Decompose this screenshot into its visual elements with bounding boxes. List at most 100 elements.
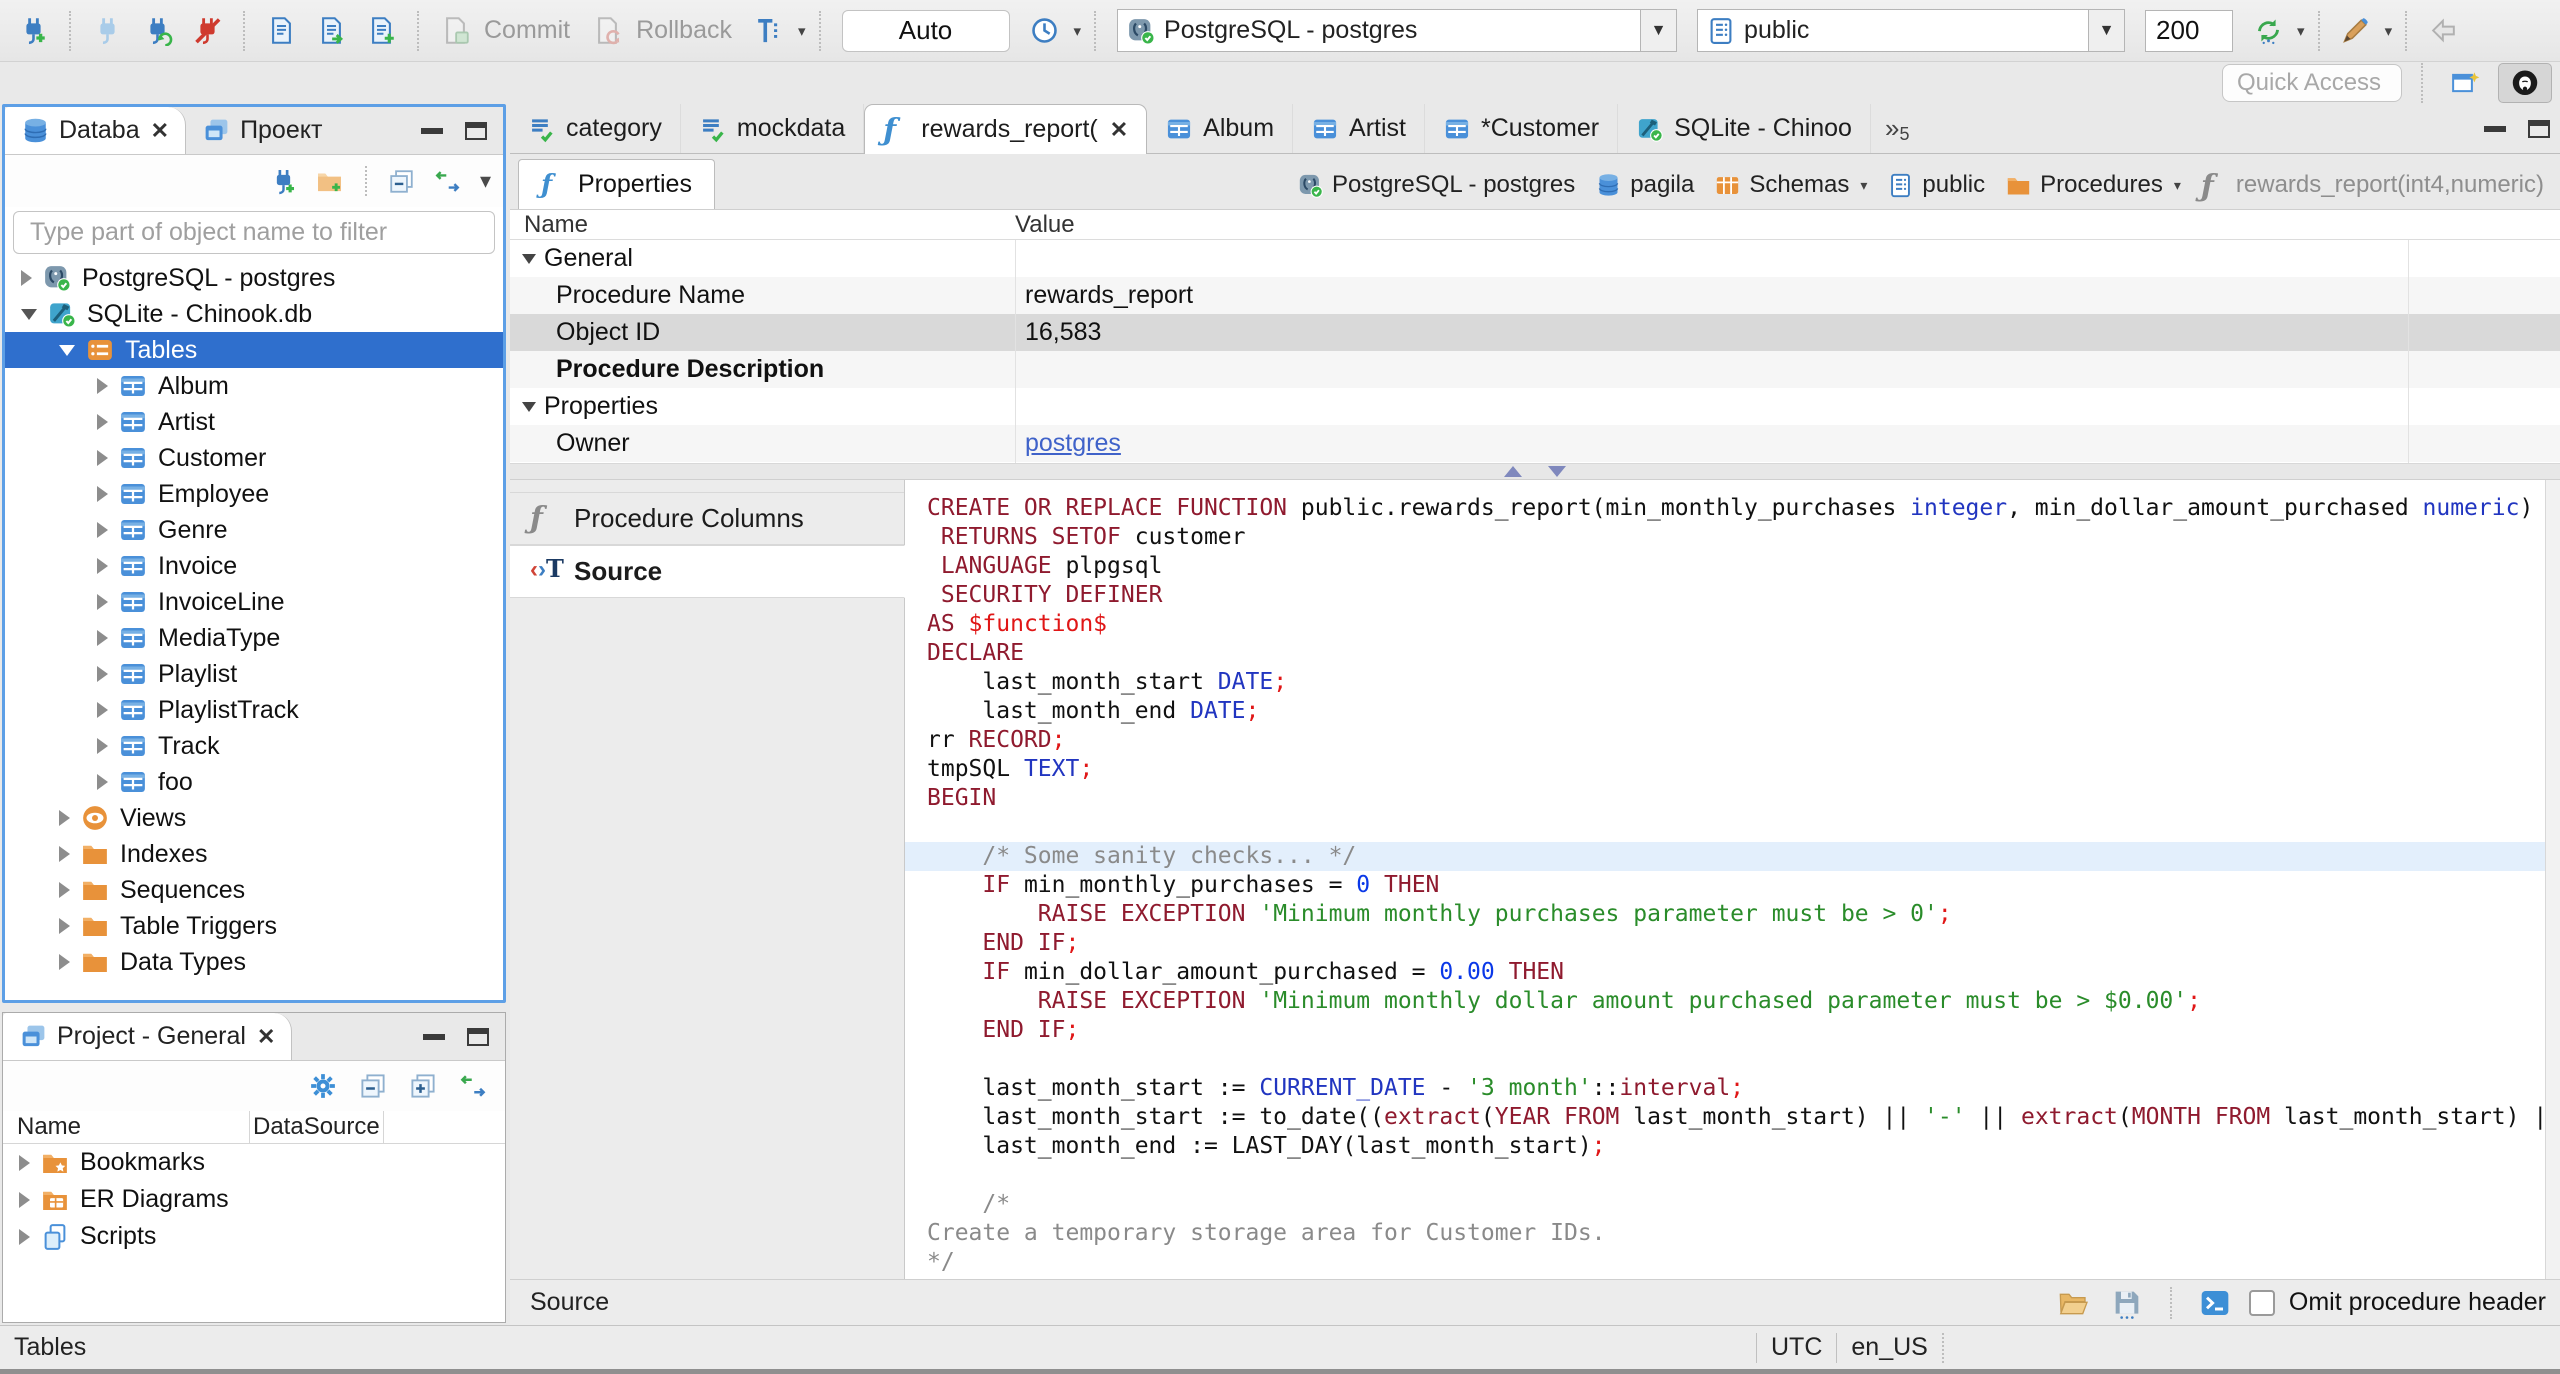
schema-combo[interactable]: public ▼ — [1697, 9, 2126, 52]
tree-item-employee[interactable]: Employee — [5, 476, 503, 512]
status-locale[interactable]: en_US — [1851, 1333, 1927, 1362]
expand-arrow-icon[interactable] — [19, 1228, 30, 1245]
schema-combo-arrow-icon[interactable]: ▼ — [2088, 10, 2125, 51]
expand-arrow-icon[interactable] — [97, 522, 108, 538]
tree-item-invoice[interactable]: Invoice — [5, 548, 503, 584]
subtab-source[interactable]: ‹›T Source — [510, 545, 905, 598]
column-divider[interactable] — [1015, 240, 1016, 463]
project-item-bookmarks[interactable]: Bookmarks — [3, 1144, 505, 1181]
paint-format-button[interactable] — [2333, 8, 2379, 54]
new-folder-button[interactable] — [310, 161, 350, 201]
editor-tab-mockdata[interactable]: mockdata — [681, 104, 865, 153]
grid-row-object-id[interactable]: Object ID 16,583 — [510, 314, 2560, 351]
back-button[interactable] — [2420, 8, 2466, 54]
expand-arrow-icon[interactable] — [59, 846, 70, 862]
save-to-file-button[interactable] — [2107, 1283, 2147, 1323]
tree-item-foo[interactable]: foo — [5, 764, 503, 800]
expand-arrow-icon[interactable] — [97, 594, 108, 610]
recent-sql-editor-button[interactable] — [308, 8, 354, 54]
tree-item-genre[interactable]: Genre — [5, 512, 503, 548]
column-header-name[interactable]: Name — [510, 211, 1015, 239]
tab-database-navigator[interactable]: Databa ✕ — [5, 107, 187, 154]
expand-arrow-icon[interactable] — [19, 1191, 30, 1208]
chevron-down-icon[interactable]: ▾ — [2174, 177, 2181, 194]
tree-item-album[interactable]: Album — [5, 368, 503, 404]
link-with-editor-button[interactable] — [428, 161, 468, 201]
sql-history-dropdown-arrow-icon[interactable]: ▾ — [1074, 22, 1082, 40]
subtab-procedure-columns[interactable]: ƒ Procedure Columns — [510, 492, 904, 545]
editor-tab-category[interactable]: category — [510, 104, 681, 153]
tree-item-mediatype[interactable]: MediaType — [5, 620, 503, 656]
maximize-icon[interactable] — [467, 1027, 489, 1046]
disconnect-button[interactable] — [184, 8, 230, 54]
project-item-er-diagrams[interactable]: ER Diagrams — [3, 1181, 505, 1218]
expand-arrow-icon[interactable] — [97, 486, 108, 502]
expand-arrow-icon[interactable] — [97, 738, 108, 754]
connection-combo-arrow-icon[interactable]: ▼ — [1640, 10, 1677, 51]
sql-editor-button[interactable] — [258, 8, 304, 54]
tree-item-postgresql-postgres[interactable]: PostgreSQL - postgres — [5, 260, 503, 296]
connect-button[interactable] — [84, 8, 130, 54]
property-value[interactable]: postgres — [1015, 429, 1121, 458]
new-connection-button[interactable] — [264, 161, 304, 201]
expand-arrow-icon[interactable] — [59, 810, 70, 826]
transaction-log-button[interactable] — [746, 8, 792, 54]
sql-history-button[interactable] — [1022, 8, 1068, 54]
column-header-value[interactable]: Value — [1015, 211, 1075, 239]
tab-projects[interactable]: Проект — [186, 107, 338, 154]
expand-arrow-icon[interactable] — [97, 414, 108, 430]
tab-project-general[interactable]: Project - General ✕ — [3, 1013, 293, 1060]
tree-item-track[interactable]: Track — [5, 728, 503, 764]
breadcrumb-postgresql-postgres[interactable]: PostgreSQL - postgres — [1297, 171, 1575, 199]
tree-item-artist[interactable]: Artist — [5, 404, 503, 440]
expand-arrow-icon[interactable] — [97, 558, 108, 574]
breadcrumb-public[interactable]: public — [1887, 171, 1985, 199]
paint-dropdown-arrow-icon[interactable]: ▾ — [2385, 22, 2393, 40]
more-tabs-indicator[interactable]: » 5 — [1871, 104, 1923, 153]
tree-item-sequences[interactable]: Sequences — [5, 872, 503, 908]
column-header-name[interactable]: Name — [3, 1113, 249, 1141]
collapse-all-button[interactable] — [353, 1066, 393, 1106]
expand-arrow-icon[interactable] — [97, 630, 108, 646]
rollback-button[interactable] — [584, 8, 630, 54]
expand-arrow-icon[interactable] — [97, 702, 108, 718]
grid-row-owner[interactable]: Owner postgres — [510, 425, 2560, 462]
quick-access-input[interactable] — [2222, 64, 2402, 102]
close-icon[interactable]: ✕ — [257, 1024, 275, 1050]
collapse-arrow-icon[interactable] — [21, 308, 37, 320]
tree-item-invoiceline[interactable]: InvoiceLine — [5, 584, 503, 620]
column-divider[interactable] — [2408, 240, 2409, 463]
tree-item-views[interactable]: Views — [5, 800, 503, 836]
object-filter-input[interactable] — [13, 211, 495, 254]
fetch-size-input[interactable] — [2145, 9, 2234, 52]
editor-tab-customer[interactable]: *Customer — [1425, 104, 1619, 153]
grid-row-procedure-name[interactable]: Procedure Name rewards_report — [510, 277, 2560, 314]
expand-arrow-icon[interactable] — [97, 378, 108, 394]
expand-arrow-icon[interactable] — [19, 1154, 30, 1171]
minimize-icon[interactable] — [2484, 125, 2506, 132]
tree-item-data-types[interactable]: Data Types — [5, 944, 503, 980]
open-perspective-button[interactable] — [2442, 63, 2488, 103]
refresh-button[interactable] — [2245, 8, 2291, 54]
breadcrumb-pagila[interactable]: pagila — [1595, 171, 1694, 199]
tab-properties[interactable]: ƒ Properties — [518, 159, 715, 209]
column-header-datasource[interactable]: DataSource — [249, 1113, 380, 1141]
collapse-arrow-icon[interactable] — [522, 401, 536, 412]
close-icon[interactable]: ✕ — [1110, 117, 1128, 143]
reconnect-button[interactable] — [134, 8, 180, 54]
tree-item-tables[interactable]: Tables — [5, 332, 503, 368]
load-from-file-button[interactable] — [2053, 1283, 2093, 1323]
project-item-scripts[interactable]: Scripts — [3, 1218, 505, 1255]
link-with-editor-button[interactable] — [453, 1066, 493, 1106]
connection-combo[interactable]: PostgreSQL - postgres ▼ — [1117, 9, 1678, 52]
collapse-arrow-icon[interactable] — [522, 253, 536, 264]
maximize-icon[interactable] — [465, 121, 487, 140]
expand-arrow-icon[interactable] — [21, 270, 32, 286]
tree-item-customer[interactable]: Customer — [5, 440, 503, 476]
collapse-down-icon[interactable] — [1548, 466, 1566, 477]
status-timezone[interactable]: UTC — [1771, 1333, 1822, 1362]
editor-tab-artist[interactable]: Artist — [1293, 104, 1425, 153]
tree-item-table-triggers[interactable]: Table Triggers — [5, 908, 503, 944]
minimize-icon[interactable] — [423, 1033, 445, 1040]
editor-tab-rewards-report[interactable]: ƒ rewards_report(✕ — [864, 104, 1148, 154]
